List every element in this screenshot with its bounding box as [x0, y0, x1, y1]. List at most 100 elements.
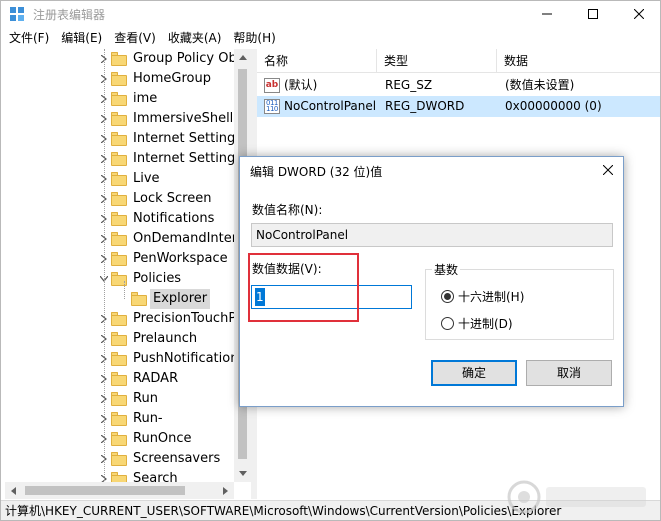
- folder-icon: [111, 132, 127, 146]
- radio-hex-label: 十六进制(H): [458, 289, 525, 304]
- value-name: NoControlPanel: [284, 99, 377, 113]
- cancel-button[interactable]: 取消: [526, 360, 612, 386]
- column-header-data[interactable]: 数据: [497, 49, 660, 73]
- highlight-box: [248, 253, 359, 322]
- tree-item-label: Prelaunch: [133, 331, 198, 346]
- menu-bar: 文件(F) 编辑(E) 查看(V) 收藏夹(A) 帮助(H): [1, 28, 660, 48]
- column-header-name[interactable]: 名称: [257, 49, 377, 73]
- tree-item-label: PenWorkspace: [133, 251, 228, 266]
- folder-icon: [111, 232, 127, 246]
- menu-edit[interactable]: 编辑(E): [55, 28, 108, 48]
- tree-item-label: PrecisionTouchPa: [133, 311, 244, 326]
- folder-icon: [111, 72, 127, 86]
- scroll-down-icon[interactable]: [234, 465, 251, 482]
- dialog-title: 编辑 DWORD (32 位)值: [250, 165, 383, 179]
- tree-item-label: ImmersiveShell: [133, 111, 234, 126]
- tree-item-label: Run-: [133, 411, 163, 426]
- tree-item[interactable]: HomeGroup: [5, 69, 250, 89]
- tree-item[interactable]: RADAR: [5, 369, 250, 389]
- menu-favorites[interactable]: 收藏夹(A): [162, 28, 228, 48]
- folder-icon: [111, 392, 127, 406]
- list-row-default[interactable]: ab (默认) REG_SZ (数值未设置): [257, 75, 660, 96]
- maximize-button[interactable]: [570, 1, 616, 27]
- tree-item-label: ime: [133, 91, 158, 106]
- tree-item-label: Internet SettingsV: [133, 151, 250, 166]
- radio-hex-circle[interactable]: [441, 289, 454, 303]
- tree-item[interactable]: Lock Screen: [5, 189, 250, 209]
- tree-item-label: Group Policy Obje: [133, 51, 249, 66]
- window-title: 注册表编辑器: [33, 8, 106, 22]
- tree-guide-line: [124, 281, 125, 299]
- tree-item[interactable]: PrecisionTouchPa: [5, 309, 250, 329]
- folder-icon: [111, 432, 127, 446]
- folder-icon: [111, 252, 127, 266]
- folder-icon: [111, 172, 127, 186]
- base-group-label: 基数: [432, 261, 461, 278]
- ok-button[interactable]: 确定: [431, 360, 517, 386]
- tree-item[interactable]: Explorer: [5, 289, 250, 309]
- folder-icon: [111, 312, 127, 326]
- tree-item[interactable]: Search: [5, 469, 250, 482]
- folder-icon: [111, 332, 127, 346]
- folder-icon: [111, 472, 127, 482]
- tree-item[interactable]: Run: [5, 389, 250, 409]
- tree-item-label: RADAR: [133, 371, 179, 386]
- value-type: REG_SZ: [385, 78, 433, 92]
- tree-item[interactable]: PenWorkspace: [5, 249, 250, 269]
- tree-item-label: Run: [133, 391, 158, 406]
- list-header: 名称 类型 数据: [257, 49, 660, 73]
- minimize-icon: [542, 13, 552, 15]
- tree-item-label: Search: [133, 471, 178, 482]
- radio-dec-circle[interactable]: [441, 316, 454, 330]
- tree-item[interactable]: PushNotifications: [5, 349, 250, 369]
- scroll-up-icon[interactable]: [234, 49, 251, 66]
- tree-item[interactable]: OnDemandInterfa: [5, 229, 250, 249]
- menu-view[interactable]: 查看(V): [108, 28, 162, 48]
- tree-item[interactable]: Group Policy Obje: [5, 49, 250, 69]
- reg-dword-icon: 011 110: [264, 99, 280, 114]
- tree-item[interactable]: Prelaunch: [5, 329, 250, 349]
- menu-file[interactable]: 文件(F): [3, 28, 55, 48]
- tree-item-label: RunOnce: [133, 431, 192, 446]
- close-button[interactable]: [616, 1, 660, 27]
- folder-icon: [111, 452, 127, 466]
- tree-item-label: OnDemandInterfa: [133, 231, 250, 246]
- minimize-button[interactable]: [524, 1, 570, 27]
- tree-item[interactable]: RunOnce: [5, 429, 250, 449]
- tree-item-label: Live: [133, 171, 160, 186]
- folder-icon: [111, 212, 127, 226]
- radio-dec-label: 十进制(D): [458, 316, 513, 331]
- tree-item[interactable]: Notifications: [5, 209, 250, 229]
- tree-guide-line: [104, 49, 105, 482]
- scroll-thumb-horizontal[interactable]: [25, 486, 185, 495]
- value-name-field: NoControlPanel: [251, 223, 613, 247]
- column-header-type[interactable]: 类型: [377, 49, 497, 73]
- value-type: REG_DWORD: [385, 99, 465, 113]
- tree-item[interactable]: Internet Settings: [5, 129, 250, 149]
- title-bar: 注册表编辑器: [1, 1, 660, 27]
- tree-item[interactable]: ime: [5, 89, 250, 109]
- scroll-left-icon[interactable]: [5, 482, 22, 499]
- scroll-right-icon[interactable]: [217, 482, 234, 499]
- menu-help[interactable]: 帮助(H): [227, 28, 281, 48]
- registry-editor-icon: [10, 7, 24, 21]
- tree-item-label: Notifications: [133, 211, 215, 226]
- tree-item[interactable]: Screensavers: [5, 449, 250, 469]
- radio-hexadecimal[interactable]: 十六进制(H): [441, 287, 524, 305]
- radio-decimal[interactable]: 十进制(D): [441, 314, 513, 332]
- tree-item[interactable]: Live: [5, 169, 250, 189]
- folder-icon: [111, 112, 127, 126]
- tree-item[interactable]: Policies: [5, 269, 250, 289]
- tree-item[interactable]: Run-: [5, 409, 250, 429]
- tree-item-label: Lock Screen: [133, 191, 212, 206]
- registry-editor-window: 注册表编辑器 文件(F) 编辑(E) 查看(V) 收藏夹(A) 帮助(H) Gr…: [0, 0, 661, 521]
- tree-horizontal-scrollbar[interactable]: [5, 482, 234, 499]
- value-data: 0x00000000 (0): [505, 99, 602, 113]
- list-row-nocontrolpanel[interactable]: 011 110 NoControlPanel REG_DWORD 0x000000…: [257, 96, 660, 117]
- tree-item-label: Explorer: [150, 289, 211, 309]
- tree-item[interactable]: ImmersiveShell: [5, 109, 250, 129]
- dialog-close-button[interactable]: [595, 159, 621, 181]
- folder-icon: [111, 192, 127, 206]
- tree-item[interactable]: Internet SettingsV: [5, 149, 250, 169]
- folder-icon: [131, 292, 147, 306]
